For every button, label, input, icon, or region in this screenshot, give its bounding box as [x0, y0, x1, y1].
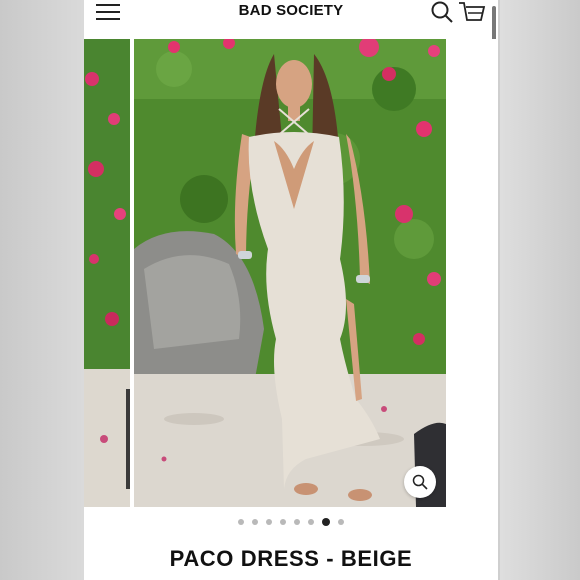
left-backdrop	[0, 0, 84, 580]
zoom-icon	[412, 474, 428, 490]
zoom-button[interactable]	[404, 466, 436, 498]
site-header: BAD SOCIETY	[84, 0, 498, 60]
pagination-dot[interactable]	[252, 519, 258, 525]
pagination-dot[interactable]	[338, 519, 344, 525]
product-image-carousel[interactable]	[84, 39, 498, 507]
search-icon[interactable]	[430, 0, 454, 24]
right-backdrop	[500, 0, 580, 580]
pagination-dot[interactable]	[294, 519, 300, 525]
next-slide-area[interactable]	[450, 39, 498, 507]
pagination-dot[interactable]	[266, 519, 272, 525]
carousel-pagination	[84, 518, 498, 528]
product-title: PACO DRESS - BEIGE	[169, 546, 413, 571]
shopping-cart-icon[interactable]	[458, 0, 486, 24]
pagination-dot[interactable]	[238, 519, 244, 525]
pagination-dot-active[interactable]	[322, 518, 330, 526]
main-product-image[interactable]	[134, 39, 446, 507]
phone-screen: BAD SOCIETY PACO DRESS - BEIGE	[84, 0, 498, 580]
pagination-dot[interactable]	[280, 519, 286, 525]
pagination-dot[interactable]	[308, 519, 314, 525]
previous-slide-image[interactable]	[84, 39, 130, 507]
